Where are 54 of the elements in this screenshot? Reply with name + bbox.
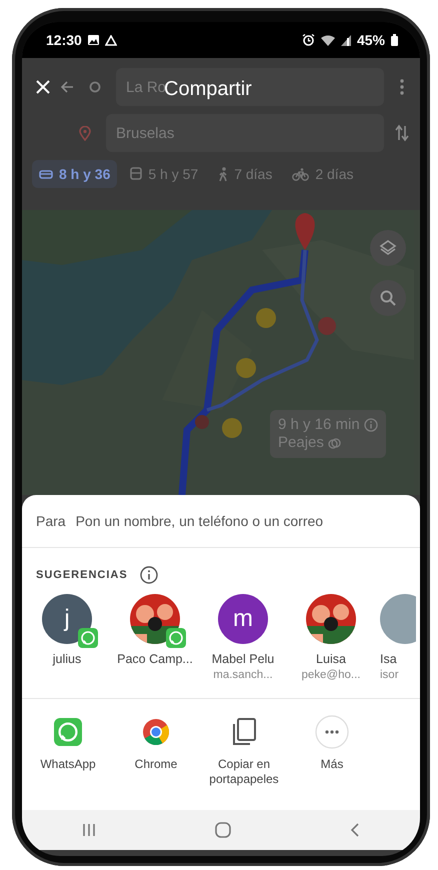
share-title: Compartir <box>164 78 252 101</box>
back-icon[interactable] <box>350 823 360 837</box>
alarm-icon <box>302 34 315 46</box>
contact-avatar: m <box>218 594 268 644</box>
car-icon <box>39 168 53 180</box>
layers-icon <box>379 239 397 257</box>
image-icon <box>88 35 99 45</box>
triangle-icon <box>104 34 117 46</box>
whatsapp-badge-icon <box>166 628 186 648</box>
bus-icon <box>130 167 142 181</box>
walking-person-icon <box>218 166 228 182</box>
whatsapp-icon <box>54 718 82 746</box>
battery-percent: 45% <box>356 32 385 48</box>
share-app-button[interactable]: Copiar en portapapeles <box>200 715 288 787</box>
toll-icon <box>328 436 341 450</box>
contact-item[interactable]: m Mabel Pelu ma.sanch... <box>204 594 282 698</box>
contact-item[interactable]: j julius <box>28 594 106 698</box>
contact-detail: isor <box>380 669 399 681</box>
info-icon[interactable] <box>140 566 158 584</box>
contact-detail: ma.sanch... <box>213 669 273 681</box>
info-icon <box>364 418 378 432</box>
whatsapp-badge-icon <box>78 628 98 648</box>
recipient-field[interactable]: Pon un nombre, un teléfono o un correo <box>76 513 406 529</box>
status-time: 12:30 <box>46 32 82 48</box>
share-app-button[interactable]: Más <box>288 715 376 787</box>
contact-name: Paco Camp... <box>117 652 193 666</box>
share-app-button[interactable]: WhatsApp <box>24 715 112 787</box>
contact-detail: peke@ho... <box>302 669 360 681</box>
contact-item[interactable]: Isa isor <box>380 594 416 698</box>
contact-name: Isa <box>380 652 397 666</box>
contact-name: julius <box>52 652 82 666</box>
bicycle-icon <box>292 168 310 180</box>
to-label: Para <box>36 513 66 529</box>
signal-icon <box>340 34 351 46</box>
suggestions-heading: SUGERENCIAS <box>36 569 128 581</box>
share-app-button[interactable]: Chrome <box>112 715 200 787</box>
contact-item[interactable]: Luisa peke@ho... <box>292 594 370 698</box>
origin-circle-icon <box>89 81 101 93</box>
copy-icon <box>231 718 257 746</box>
home-icon[interactable] <box>214 822 231 838</box>
location-pin-icon <box>79 126 91 140</box>
contact-item[interactable]: Paco Camp... <box>116 594 194 698</box>
chrome-icon <box>142 718 170 746</box>
contact-name: Mabel Pelu <box>212 652 274 666</box>
back-arrow-icon[interactable] <box>60 81 74 93</box>
recent-apps-icon[interactable] <box>82 823 96 837</box>
close-icon[interactable] <box>36 80 50 94</box>
battery-icon <box>391 34 398 46</box>
wifi-icon <box>320 34 335 46</box>
search-icon <box>380 290 396 306</box>
swap-icon[interactable] <box>394 124 410 142</box>
more-icon <box>315 715 349 749</box>
contact-avatar: j <box>42 594 92 644</box>
contact-name: Luisa <box>316 652 346 666</box>
